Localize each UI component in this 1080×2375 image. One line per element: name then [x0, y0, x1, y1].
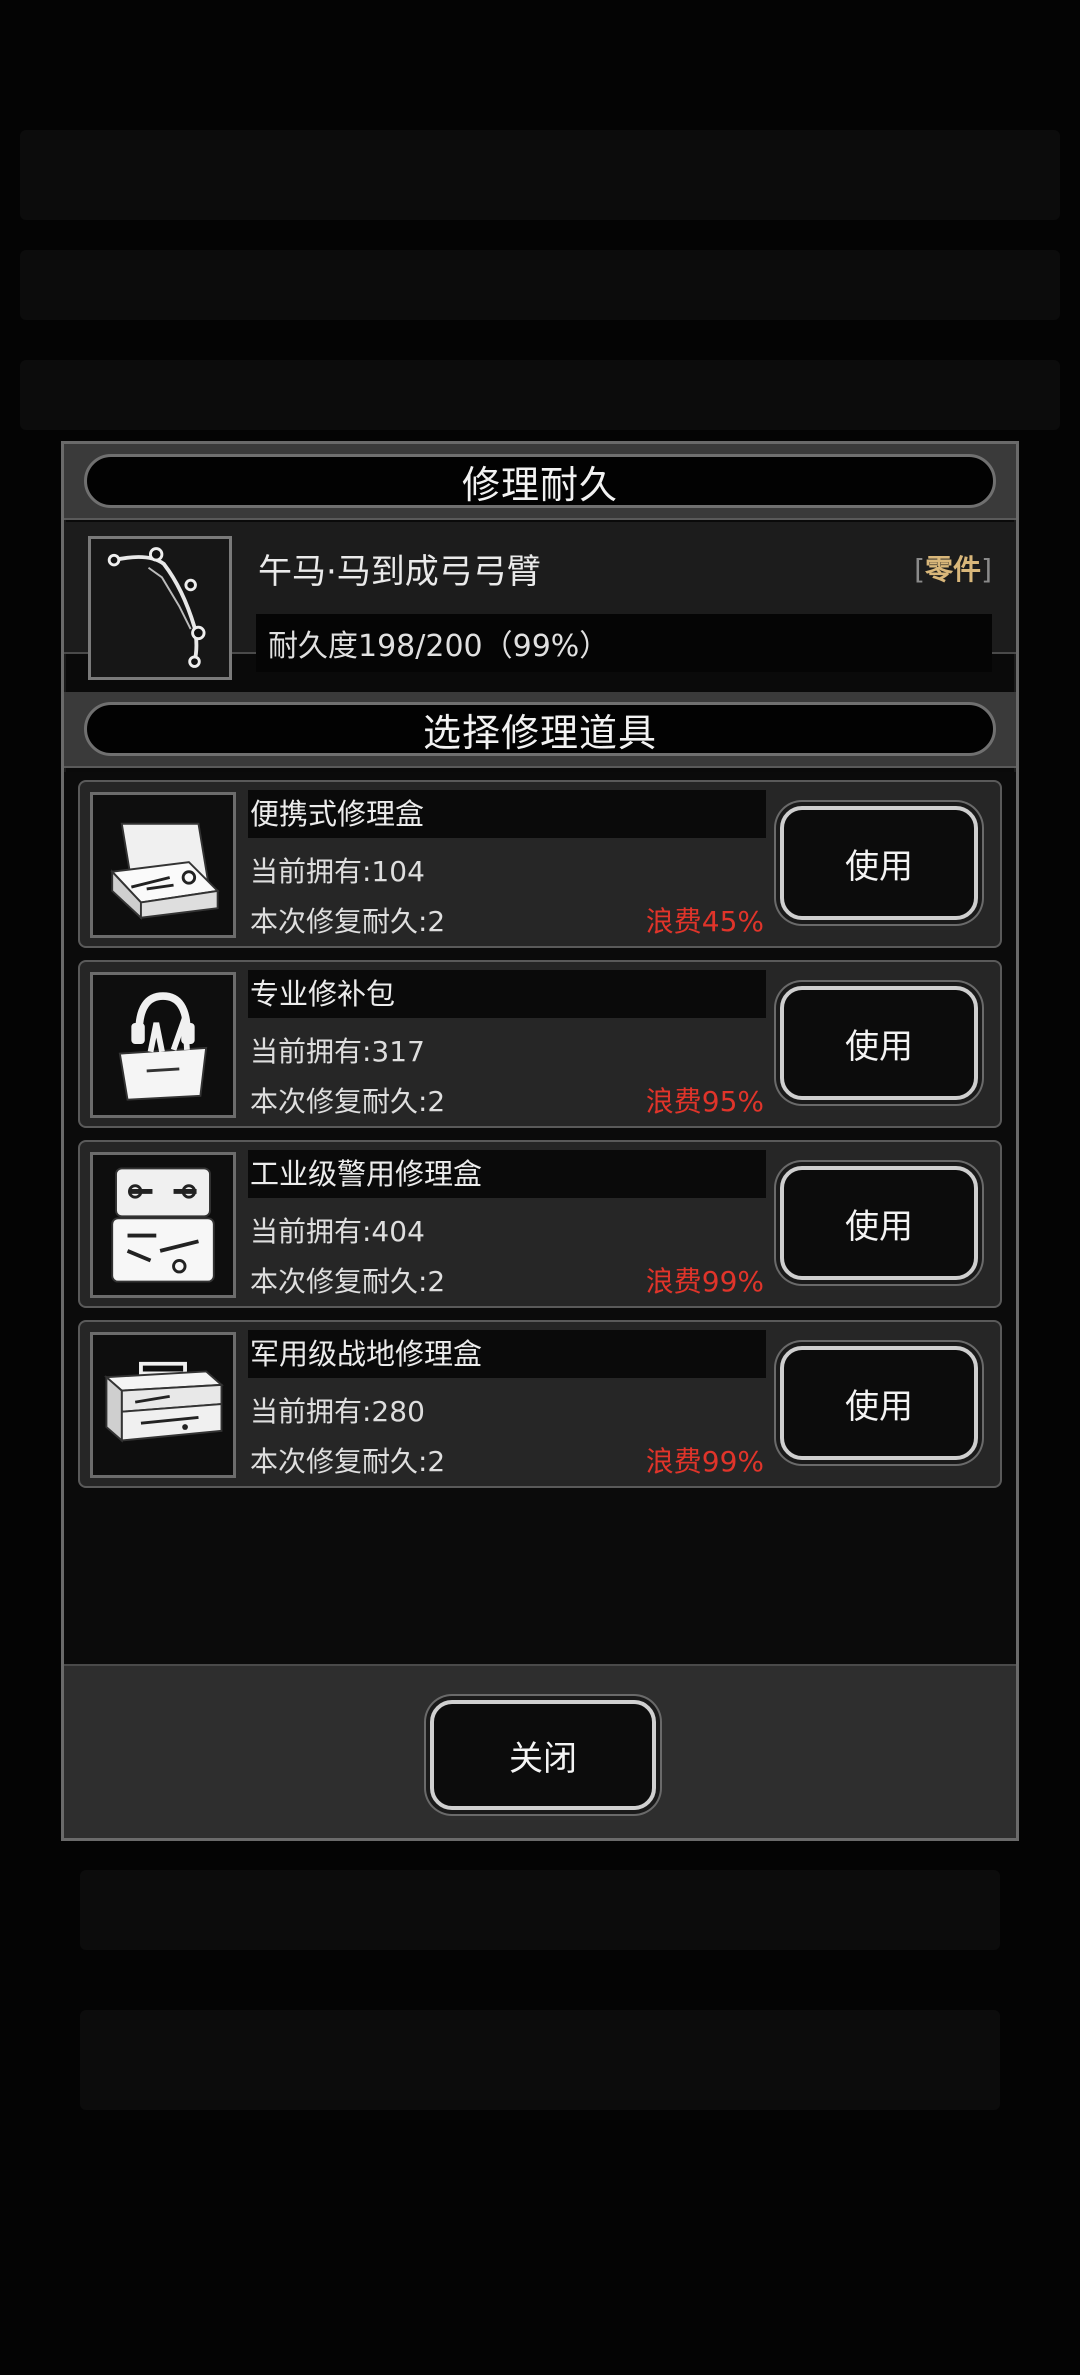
use-button[interactable]: 使用 [780, 806, 978, 920]
dialog-title: 修理耐久 [84, 454, 996, 508]
dialog-footer: 关闭 [64, 1664, 1016, 1838]
tag-open-bracket: [ [914, 553, 926, 586]
background-element [80, 2010, 1000, 2110]
tools-header: 选择修理道具 [64, 692, 1016, 768]
tool-repair-amount: 本次修复耐久:2 [250, 1265, 446, 1298]
tool-name: 专业修补包 [248, 970, 766, 1018]
use-button[interactable]: 使用 [780, 986, 978, 1100]
military-toolbox-icon [90, 1332, 236, 1478]
tools-list: 便携式修理盒 当前拥有:104 本次修复耐久:2 浪费45% 使用 专业修补包 [64, 772, 1016, 1664]
repair-dialog: 修理耐久 午马·马到成弓弓臂 [零件] 耐久度198/200（99%） 选择修理… [61, 441, 1019, 1841]
background-element [80, 1870, 1000, 1950]
tool-owned-count: 当前拥有:317 [250, 1035, 425, 1068]
portable-repair-box-icon [90, 792, 236, 938]
tool-waste-percent: 浪费95% [645, 1085, 764, 1118]
tool-owned-count: 当前拥有:280 [250, 1395, 425, 1428]
tool-repair-amount: 本次修复耐久:2 [250, 1445, 446, 1478]
tool-name: 便携式修理盒 [248, 790, 766, 838]
use-button[interactable]: 使用 [780, 1166, 978, 1280]
tools-title: 选择修理道具 [84, 702, 996, 756]
background-element [20, 130, 1060, 220]
item-name: 午马·马到成弓弓臂 [258, 552, 541, 592]
background-element [20, 360, 1060, 430]
tool-name: 工业级警用修理盒 [248, 1150, 766, 1198]
durability-display: 耐久度198/200（99%） [256, 614, 992, 672]
dialog-header: 修理耐久 [64, 444, 1016, 520]
repair-kit-bag-icon [90, 972, 236, 1118]
use-button[interactable]: 使用 [780, 1346, 978, 1460]
tool-repair-amount: 本次修复耐久:2 [250, 905, 446, 938]
tool-waste-percent: 浪费99% [645, 1445, 764, 1478]
close-button[interactable]: 关闭 [430, 1700, 656, 1810]
item-category-tag: [零件] [914, 548, 992, 588]
tool-repair-amount: 本次修复耐久:2 [250, 1085, 446, 1118]
tool-row: 专业修补包 当前拥有:317 本次修复耐久:2 浪费95% 使用 [78, 960, 1002, 1128]
tool-owned-count: 当前拥有:104 [250, 855, 425, 888]
tool-waste-percent: 浪费99% [645, 1265, 764, 1298]
tool-row: 工业级警用修理盒 当前拥有:404 本次修复耐久:2 浪费99% 使用 [78, 1140, 1002, 1308]
tool-row: 便携式修理盒 当前拥有:104 本次修复耐久:2 浪费45% 使用 [78, 780, 1002, 948]
item-info: 午马·马到成弓弓臂 [零件] 耐久度198/200（99%） [64, 522, 1016, 680]
tool-owned-count: 当前拥有:404 [250, 1215, 425, 1248]
tag-close-bracket: ] [981, 553, 992, 586]
tool-row: 军用级战地修理盒 当前拥有:280 本次修复耐久:2 浪费99% 使用 [78, 1320, 1002, 1488]
tag-text: 零件 [925, 553, 982, 586]
tool-name: 军用级战地修理盒 [248, 1330, 766, 1378]
background-element [20, 250, 1060, 320]
tool-waste-percent: 浪费45% [645, 905, 764, 938]
bow-arm-icon [88, 536, 232, 680]
industrial-repair-case-icon [90, 1152, 236, 1298]
